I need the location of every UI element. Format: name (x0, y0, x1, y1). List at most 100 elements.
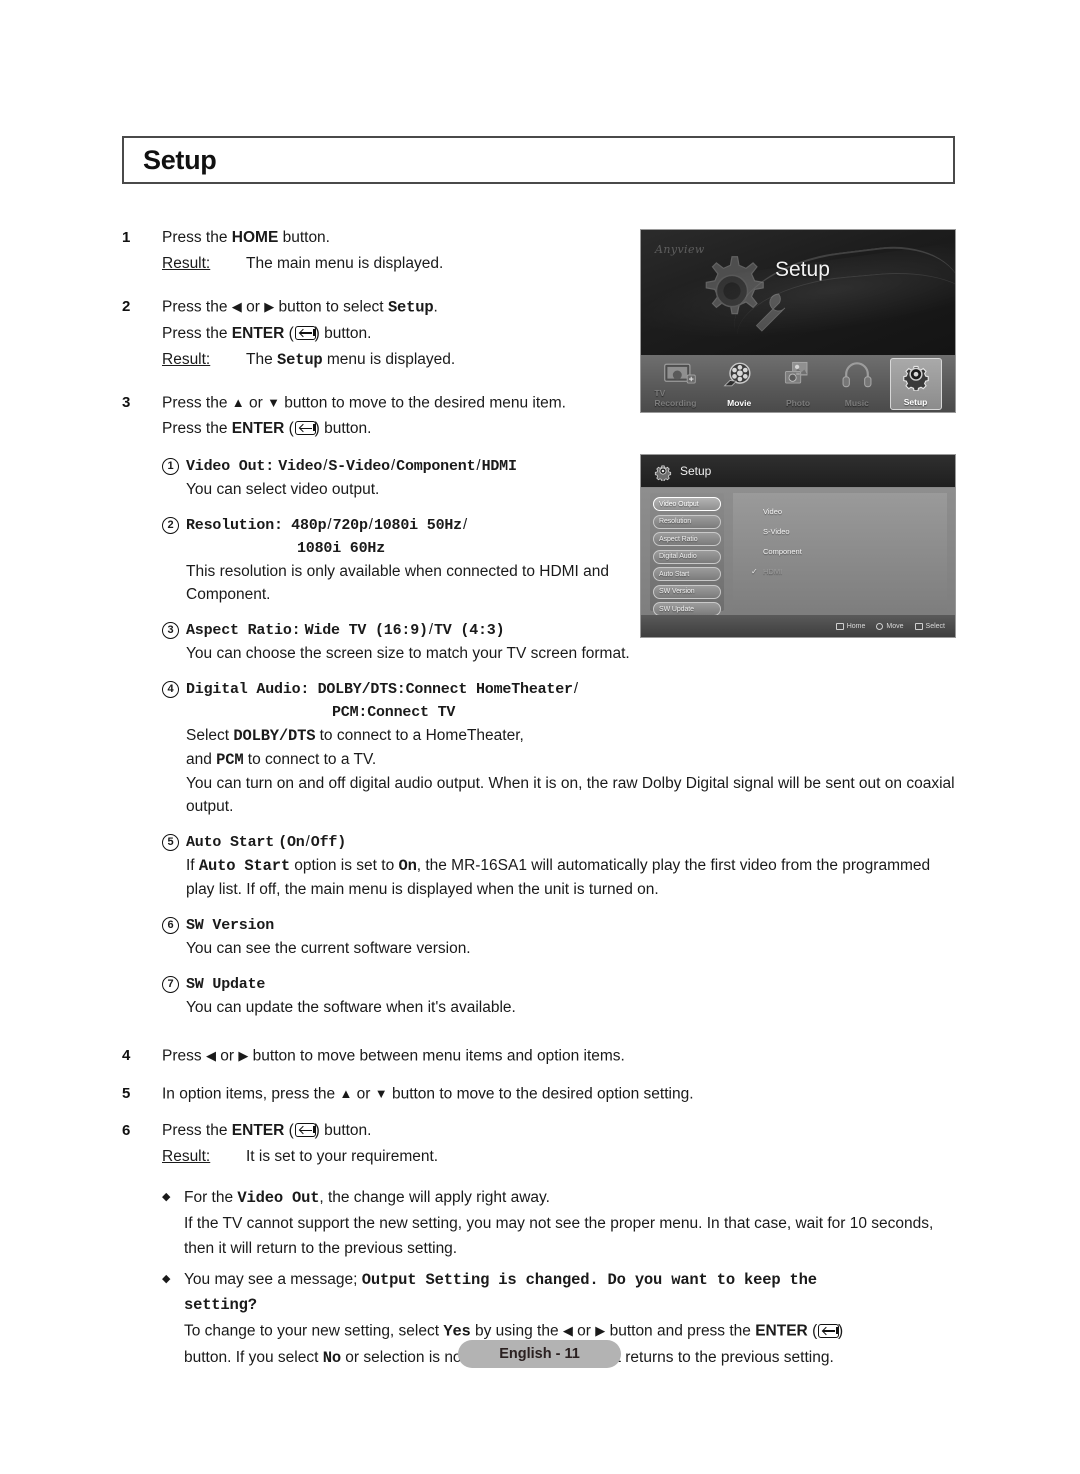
nav-tv-recording[interactable]: TV Recording (654, 358, 706, 410)
menu-item-label: Aspect Ratio: (186, 622, 301, 639)
menu-item-description: You can choose the screen size to match … (186, 645, 630, 662)
text: , the change will apply right away. (319, 1189, 550, 1206)
footer-select: Select (914, 622, 945, 630)
step-number: 1 (122, 229, 131, 246)
text: Press the (162, 229, 232, 246)
setup-header: Setup (641, 455, 955, 487)
option-value: HDMI (481, 458, 517, 475)
footer-move: Move (876, 622, 904, 630)
text: button. (319, 1122, 372, 1139)
enter-button-label: ENTER (231, 420, 285, 437)
enter-key-tail (312, 1126, 315, 1133)
menu-item-label: Auto Start (186, 834, 275, 851)
step-2-result: Result: The Setup menu is displayed. (162, 347, 652, 373)
anyview-logo: Anyview (655, 243, 705, 256)
text: You may see a message; (184, 1271, 362, 1288)
text: or (572, 1322, 596, 1340)
right-arrow-icon: ▶ (264, 299, 275, 314)
circled-number: 6 (162, 917, 179, 934)
yes-term: Yes (443, 1322, 471, 1341)
diamond-bullet-icon: ◆ (162, 1191, 171, 1203)
circled-number: 7 (162, 976, 179, 993)
bullet-video-out: ◆ For the Video Out, the change will app… (162, 1185, 957, 1261)
bullet-detail: If the TV cannot support the new setting… (184, 1215, 934, 1257)
text: Press the (162, 324, 232, 342)
up-arrow-icon: ▲ (339, 1085, 353, 1101)
sidebar-item-video-output[interactable]: Video Output (653, 497, 721, 511)
option-component[interactable]: Component (763, 547, 947, 556)
auto-start-term: Auto Start (198, 857, 290, 875)
setup-term: Setup (387, 298, 434, 317)
manual-page: Setup 1 Press the HOME button. Result: T… (0, 0, 1080, 1474)
step-number: 5 (122, 1084, 131, 1102)
nav-photo[interactable]: Photo (772, 358, 824, 410)
text: Select (186, 727, 234, 744)
sidebar-item-auto-start[interactable]: Auto Start (653, 567, 721, 581)
home-box-icon (835, 622, 844, 630)
text: button to select (274, 298, 388, 316)
right-arrow-icon: ▶ (595, 1323, 606, 1338)
option-value: Video (278, 458, 323, 475)
text: Press (162, 1047, 206, 1065)
down-arrow-icon: ▼ (374, 1085, 388, 1101)
text: button and press the (605, 1322, 756, 1340)
setup-options-panel: Video S-Video Component ✓ HDMI (733, 493, 947, 611)
option-video[interactable]: Video (763, 507, 947, 516)
text: To change to your new setting, select (184, 1322, 444, 1340)
circled-number: 5 (162, 834, 179, 851)
gear-icon (902, 365, 929, 391)
option-value: Off (310, 834, 338, 851)
dolby-dts-term: DOLBY/DTS (233, 727, 316, 745)
menu-item-description: You can see the current software version… (186, 940, 471, 957)
up-arrow-icon: ▲ (231, 394, 245, 410)
sidebar-item-digital-audio[interactable]: Digital Audio (653, 549, 721, 564)
wrench-icon (755, 293, 786, 332)
sidebar-item-sw-update[interactable]: SW Update (653, 602, 721, 616)
text: button. (319, 324, 372, 342)
text: to connect to a TV. (243, 751, 377, 768)
menu-item-auto-start: 5 Auto Start (On/Off) If Auto Start optio… (162, 831, 957, 901)
headphones-icon (842, 361, 872, 387)
menu-item-label: SW Update (186, 976, 266, 993)
result-text: It is set to your requirement. (246, 1148, 439, 1165)
circled-number: 2 (162, 517, 179, 534)
page-footer-badge: English - 11 (458, 1340, 621, 1368)
film-reel-icon (723, 362, 751, 386)
setup-footer-bar: Home Move Select (641, 615, 955, 637)
footer-label: Select (925, 622, 945, 630)
enter-key-tail (836, 1326, 839, 1334)
nav-setup[interactable]: Setup (889, 357, 942, 410)
enter-button-label: ENTER (231, 1122, 285, 1139)
down-arrow-icon: ▼ (267, 394, 280, 410)
step-1-line: Press the HOME button. (162, 225, 652, 251)
text: . (433, 298, 438, 316)
left-arrow-icon: ◀ (562, 1323, 573, 1338)
text: or (241, 298, 265, 316)
sidebar-item-sw-version[interactable]: SW Version (653, 584, 721, 599)
text: Press the (162, 394, 232, 411)
sidebar-item-resolution[interactable]: Resolution (653, 514, 721, 529)
screenshot-setup-menu: Setup Video Output Resolution Aspect Rat… (640, 454, 956, 638)
result-text: The Setup menu is displayed. (246, 347, 455, 373)
option-hdmi[interactable]: ✓ HDMI (751, 567, 947, 576)
enter-button-label: ENTER (755, 1322, 808, 1340)
option-value: 720p (332, 517, 368, 534)
sidebar-item-aspect-ratio[interactable]: Aspect Ratio (653, 532, 721, 546)
option-value: On (287, 834, 305, 851)
enter-key-tail (312, 424, 315, 431)
nav-label: Photo (785, 397, 811, 408)
nav-music[interactable]: Music (831, 358, 883, 410)
step-2-line-2: Press the ENTER () button. (162, 324, 372, 342)
diamond-bullet-icon: ◆ (162, 1273, 171, 1285)
option-s-video[interactable]: S-Video (763, 527, 947, 536)
step-6-line: Press the ENTER () button. (162, 1122, 372, 1139)
on-term: On (398, 857, 417, 875)
menu-item-description: You can turn on and off digital audio ou… (186, 775, 955, 815)
step-3-line-2: Press the ENTER () button. (162, 420, 372, 437)
text: Press the (162, 298, 232, 316)
step-number: 2 (122, 298, 131, 315)
nav-movie[interactable]: Movie (713, 358, 765, 410)
menu-item-description: This resolution is only available when c… (186, 563, 610, 603)
page-title-box: Setup (122, 136, 955, 184)
step-number: 3 (122, 393, 131, 411)
